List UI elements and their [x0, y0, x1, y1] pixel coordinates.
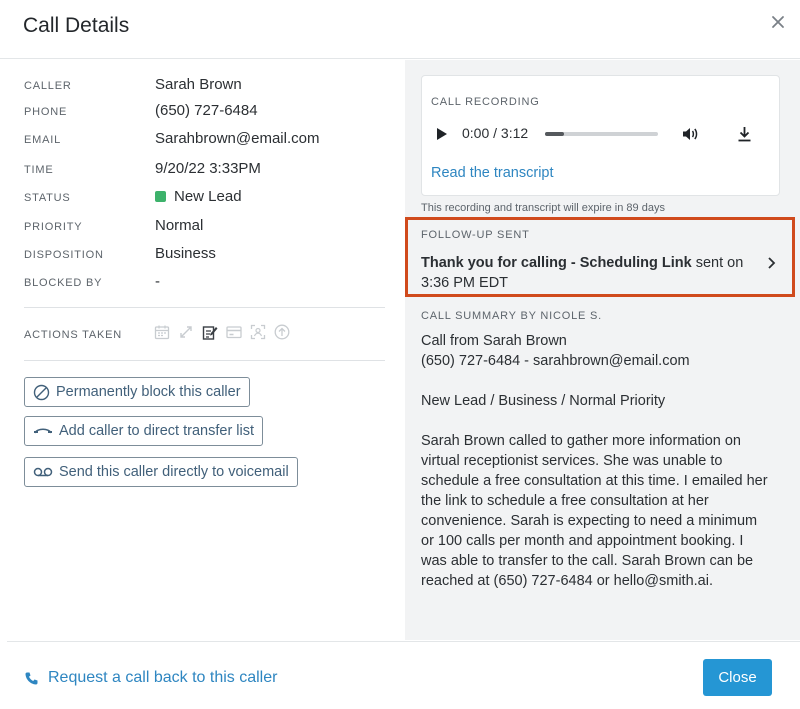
dialog-footer: Request a call back to this caller Close	[7, 641, 800, 709]
phone-label: PHONE	[24, 106, 68, 118]
summary-paragraph: Sarah Brown called to gather more inform…	[421, 433, 768, 589]
playback-scrubber[interactable]	[545, 132, 658, 136]
add-transfer-list-label: Add caller to direct transfer list	[59, 423, 255, 439]
request-callback-label: Request a call back to this caller	[48, 669, 278, 686]
calendar-icon	[153, 323, 171, 341]
caller-value: Sarah Brown	[155, 76, 242, 93]
call-recording-card: CALL RECORDING 0:00 / 3:12 Read the tran…	[421, 75, 780, 196]
block-caller-button[interactable]: Permanently block this caller	[24, 377, 250, 407]
email-label: EMAIL	[24, 134, 62, 146]
call-summary-body: Call from Sarah Brown (650) 727-6484 - s…	[421, 331, 773, 591]
divider	[24, 307, 385, 308]
summary-classification-line: New Lead / Business / Normal Priority	[421, 393, 666, 409]
detail-row-disposition: DISPOSITION Business	[24, 245, 384, 265]
playback-progress	[545, 132, 565, 136]
email-value: Sarahbrown@email.com	[155, 130, 320, 147]
upload-circle-icon	[273, 323, 291, 341]
transfer-icon	[177, 323, 195, 341]
note-edit-icon	[201, 323, 219, 341]
call-summary-label: CALL SUMMARY BY NICOLE S.	[421, 310, 602, 322]
read-transcript-link[interactable]: Read the transcript	[431, 165, 554, 181]
send-to-voicemail-button[interactable]: Send this caller directly to voicemail	[24, 457, 298, 487]
actions-taken-icons	[153, 323, 291, 341]
chevron-right-icon	[767, 256, 776, 275]
disposition-value: Business	[155, 245, 216, 262]
send-to-voicemail-label: Send this caller directly to voicemail	[59, 464, 289, 480]
voicemail-icon	[33, 467, 53, 477]
caller-label: CALLER	[24, 80, 72, 92]
disposition-label: DISPOSITION	[24, 249, 104, 261]
actions-taken-label: ACTIONS TAKEN	[24, 329, 123, 341]
status-value: New Lead	[155, 188, 242, 205]
payment-card-icon	[225, 323, 243, 341]
detail-row-blocked-by: BLOCKED BY -	[24, 273, 384, 293]
recording-expire-note: This recording and transcript will expir…	[421, 202, 665, 214]
block-caller-label: Permanently block this caller	[56, 384, 241, 400]
block-icon	[33, 384, 50, 400]
follow-up-sent-item[interactable]: FOLLOW-UP SENT Thank you for calling - S…	[405, 217, 795, 297]
blocked-by-label: BLOCKED BY	[24, 277, 103, 289]
call-details-panel: CALLER Sarah Brown PHONE (650) 727-6484 …	[0, 60, 405, 640]
detail-row-priority: PRIORITY Normal	[24, 217, 384, 237]
follow-up-label: FOLLOW-UP SENT	[421, 229, 530, 241]
detail-row-email: EMAIL Sarahbrown@email.com	[24, 130, 384, 150]
status-indicator	[155, 191, 166, 202]
detail-row-time: TIME 9/20/22 3:33PM	[24, 160, 384, 180]
status-label: STATUS	[24, 192, 71, 204]
play-icon[interactable]	[436, 127, 448, 146]
time-value: 9/20/22 3:33PM	[155, 160, 261, 177]
time-label: TIME	[24, 164, 54, 176]
add-transfer-list-button[interactable]: Add caller to direct transfer list	[24, 416, 264, 446]
summary-caller-line: Call from Sarah Brown	[421, 333, 567, 349]
blocked-by-value: -	[155, 273, 160, 290]
playback-time: 0:00 / 3:12	[462, 125, 529, 141]
follow-up-text: Thank you for calling - Scheduling Link …	[421, 253, 756, 293]
divider	[24, 360, 385, 361]
phone-icon	[25, 672, 38, 684]
dialog-title: Call Details	[23, 14, 130, 37]
phone-transfer-icon	[34, 428, 52, 434]
detail-row-phone: PHONE (650) 727-6484	[24, 102, 384, 122]
call-info-panel: CALL RECORDING 0:00 / 3:12 Read the tran…	[405, 60, 800, 640]
detail-row-caller: CALLER Sarah Brown	[24, 76, 384, 96]
priority-label: PRIORITY	[24, 221, 83, 233]
follow-up-title: Thank you for calling - Scheduling Link	[421, 255, 692, 271]
download-icon[interactable]	[737, 126, 752, 147]
close-button[interactable]: Close	[703, 659, 772, 696]
status-text: New Lead	[174, 188, 242, 205]
dialog-header: Call Details	[0, 0, 800, 59]
detail-row-status: STATUS New Lead	[24, 188, 384, 208]
summary-contact-line: (650) 727-6484 - sarahbrown@email.com	[421, 353, 690, 369]
priority-value: Normal	[155, 217, 204, 234]
phone-value: (650) 727-6484	[155, 102, 258, 119]
close-icon[interactable]	[769, 13, 787, 31]
contact-scan-icon	[249, 323, 267, 341]
call-recording-label: CALL RECORDING	[431, 96, 540, 108]
volume-icon[interactable]	[682, 126, 699, 147]
request-callback-link[interactable]: Request a call back to this caller	[24, 669, 277, 687]
